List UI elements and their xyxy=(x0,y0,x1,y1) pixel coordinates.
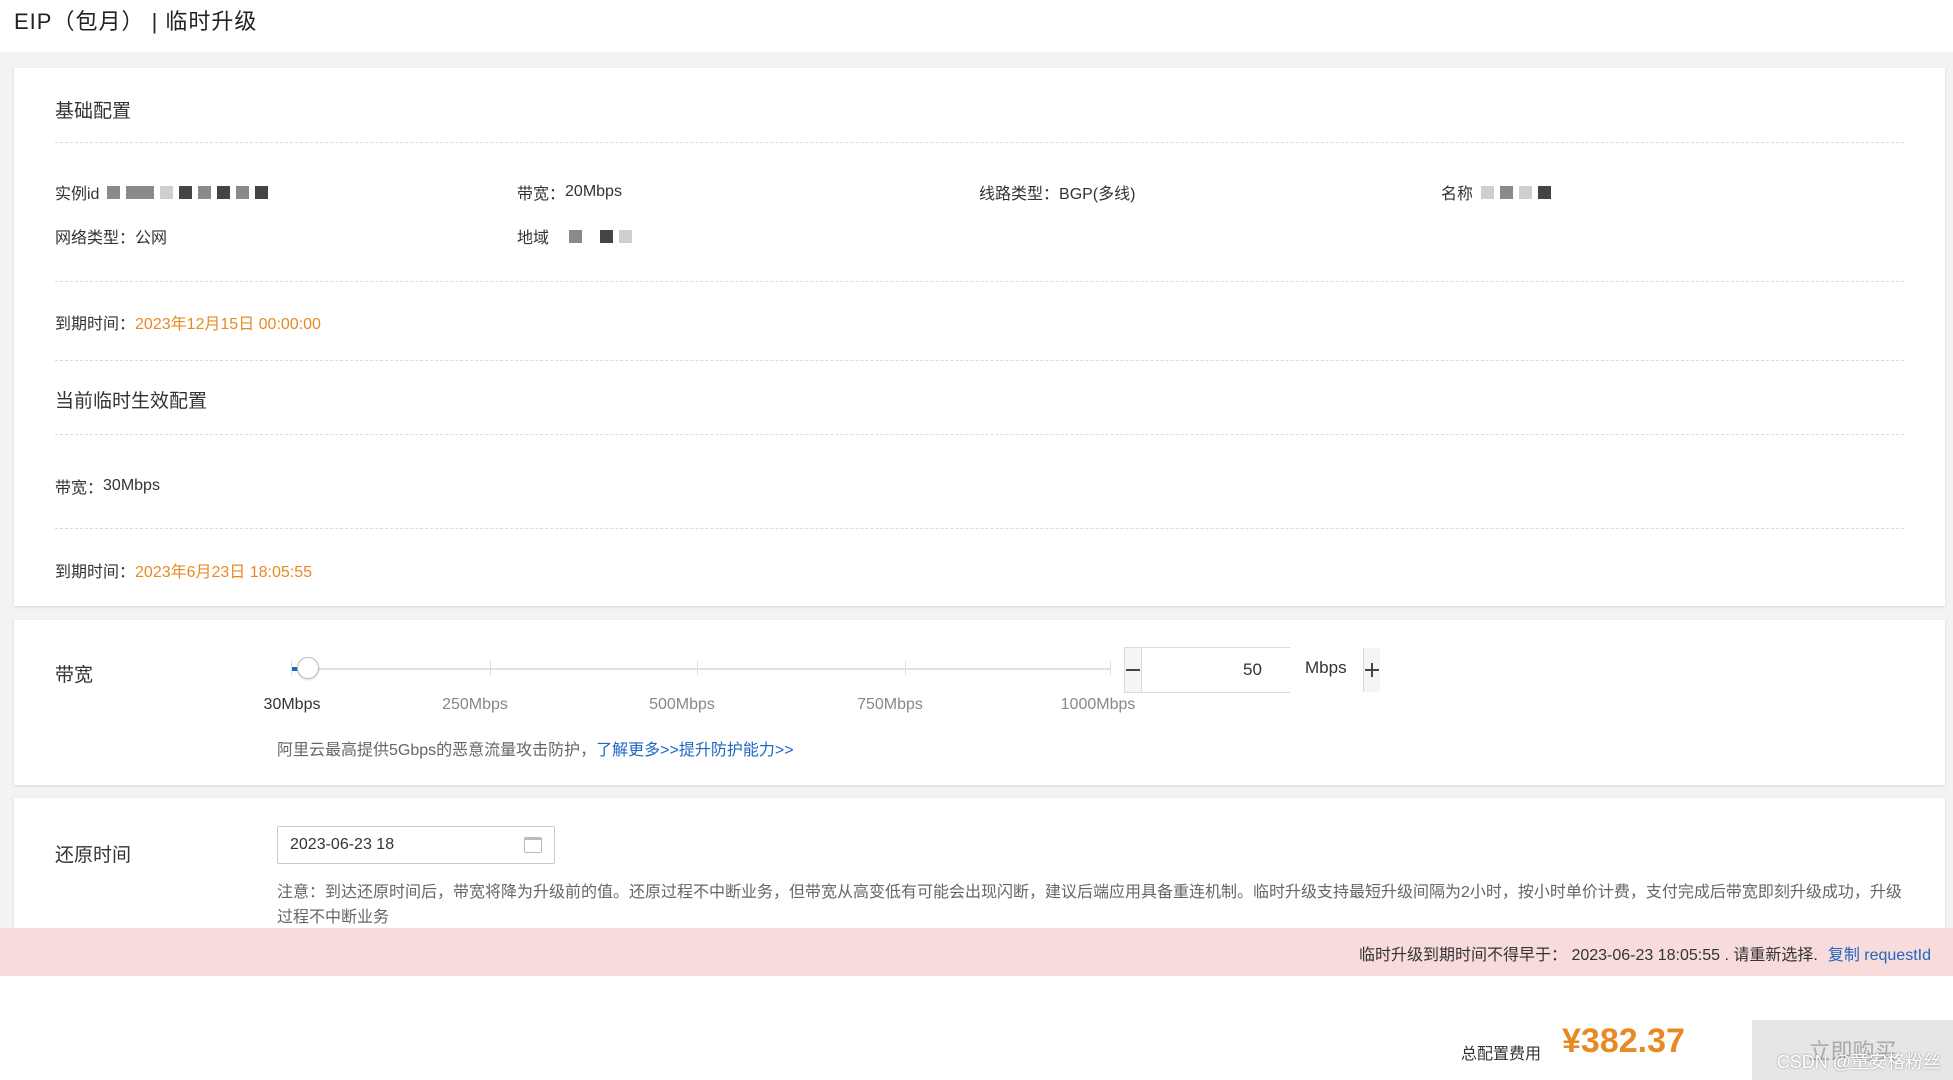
bandwidth-stepper xyxy=(1124,647,1380,693)
divider xyxy=(55,434,1904,435)
bandwidth-row-label: 带宽 xyxy=(55,665,94,686)
calendar-icon[interactable] xyxy=(524,837,542,853)
current-expire-field: 到期时间： 2023年6月23日 18:05:55 xyxy=(55,558,312,582)
increment-button[interactable] xyxy=(1364,648,1380,692)
current-bandwidth-label: 带宽： xyxy=(55,480,104,497)
bandwidth-field: 带宽： 20Mbps xyxy=(517,180,622,204)
slider-label-500: 500Mbps xyxy=(649,696,715,713)
bandwidth-slider-track[interactable] xyxy=(291,661,1111,675)
region-masked-value xyxy=(569,229,633,243)
current-bandwidth-field: 带宽： 30Mbps xyxy=(55,474,160,498)
total-cost-value: ¥382.37 xyxy=(1562,1022,1685,1060)
network-type-value: 公网 xyxy=(135,230,168,247)
protection-notice: 阿里云最高提供5Gbps的恶意流量攻击防护，了解更多>>提升防护能力>> xyxy=(277,736,794,760)
protection-learn-more-link[interactable]: 了解更多>>提升防护能力>> xyxy=(596,742,793,759)
region-label: 地域 xyxy=(517,230,550,247)
current-expire-label: 到期时间： xyxy=(55,564,136,581)
restore-note: 注意：到达还原时间后，带宽将降为升级前的值。还原过程不中断业务，但带宽从高变低有… xyxy=(277,884,1902,926)
watermark: CSDN @童安格粉丝 xyxy=(1776,1052,1941,1072)
expire-value: 2023年12月15日 00:00:00 xyxy=(135,316,321,333)
name-masked-value xyxy=(1481,185,1552,199)
total-cost-label: 总配置费用 xyxy=(1461,1046,1542,1063)
divider xyxy=(55,281,1904,282)
plus-icon xyxy=(1365,663,1379,677)
basic-config-title: 基础配置 xyxy=(55,101,132,122)
divider xyxy=(55,142,1904,143)
instance-id-masked-value xyxy=(107,185,269,199)
region-field: 地域 xyxy=(517,224,633,248)
copy-request-id-link[interactable]: 复制 requestId xyxy=(1828,947,1931,964)
slider-tick xyxy=(1110,661,1111,675)
slider-tick xyxy=(490,661,491,675)
name-field: 名称 xyxy=(1441,180,1552,204)
bandwidth-unit: Mbps xyxy=(1305,658,1347,677)
slider-label-750: 750Mbps xyxy=(857,696,923,713)
basic-expire-field: 到期时间： 2023年12月15日 00:00:00 xyxy=(55,310,321,334)
error-message-container: 临时升级到期时间不得早于： 2023-06-23 18:05:55 . 请重新选… xyxy=(1359,941,1931,965)
slider-tick xyxy=(697,661,698,675)
line-type-field: 线路类型： BGP(多线) xyxy=(979,180,1135,204)
page-title: EIP（包月） | 临时升级 xyxy=(14,9,258,34)
line-type-value: BGP(多线) xyxy=(1059,186,1136,203)
restore-time-picker[interactable]: 2023-06-23 18 xyxy=(277,826,555,864)
config-info-card: 基础配置 实例id 带宽： 20Mbps 线路类型： BGP(多线) 名称 网络… xyxy=(14,68,1945,606)
purchase-footer: 总配置费用 ¥382.37 立即购买 CSDN @童安格粉丝 xyxy=(0,976,1953,1080)
slider-label-250: 250Mbps xyxy=(442,696,508,713)
divider xyxy=(55,360,1904,361)
bandwidth-value: 20Mbps xyxy=(565,183,622,200)
bandwidth-label: 带宽： xyxy=(517,186,566,203)
bandwidth-card: 带宽 30Mbps 250Mbps 500Mbps 750Mbps 1000Mb… xyxy=(14,620,1945,785)
network-type-field: 网络类型： 公网 xyxy=(55,224,167,248)
restore-time-card: 还原时间 2023-06-23 18 注意：到达还原时间后，带宽将降为升级前的值… xyxy=(14,798,1945,928)
minus-icon xyxy=(1126,669,1140,671)
expire-label: 到期时间： xyxy=(55,316,136,333)
error-message: 临时升级到期时间不得早于： 2023-06-23 18:05:55 . 请重新选… xyxy=(1359,947,1818,964)
slider-label-30: 30Mbps xyxy=(263,696,321,713)
error-banner: 临时升级到期时间不得早于： 2023-06-23 18:05:55 . 请重新选… xyxy=(0,928,1953,976)
slider-tick xyxy=(905,661,906,675)
protection-text: 阿里云最高提供5Gbps的恶意流量攻击防护， xyxy=(277,742,597,759)
bandwidth-slider-handle[interactable] xyxy=(297,657,319,679)
network-type-label: 网络类型： xyxy=(55,230,136,247)
divider xyxy=(55,528,1904,529)
current-expire-value: 2023年6月23日 18:05:55 xyxy=(135,564,313,581)
instance-id-field: 实例id xyxy=(55,180,269,204)
current-temp-config-title: 当前临时生效配置 xyxy=(55,391,208,412)
name-label: 名称 xyxy=(1441,186,1474,203)
decrement-button[interactable] xyxy=(1125,648,1141,692)
restore-time-label: 还原时间 xyxy=(55,845,132,866)
slider-label-1000: 1000Mbps xyxy=(1060,696,1136,713)
restore-time-value: 2023-06-23 18 xyxy=(290,836,395,853)
line-type-label: 线路类型： xyxy=(979,186,1060,203)
instance-id-label: 实例id xyxy=(55,186,100,203)
page-header: EIP（包月） | 临时升级 xyxy=(0,0,1953,52)
slider-tick xyxy=(291,661,292,675)
current-bandwidth-value: 30Mbps xyxy=(103,477,160,494)
